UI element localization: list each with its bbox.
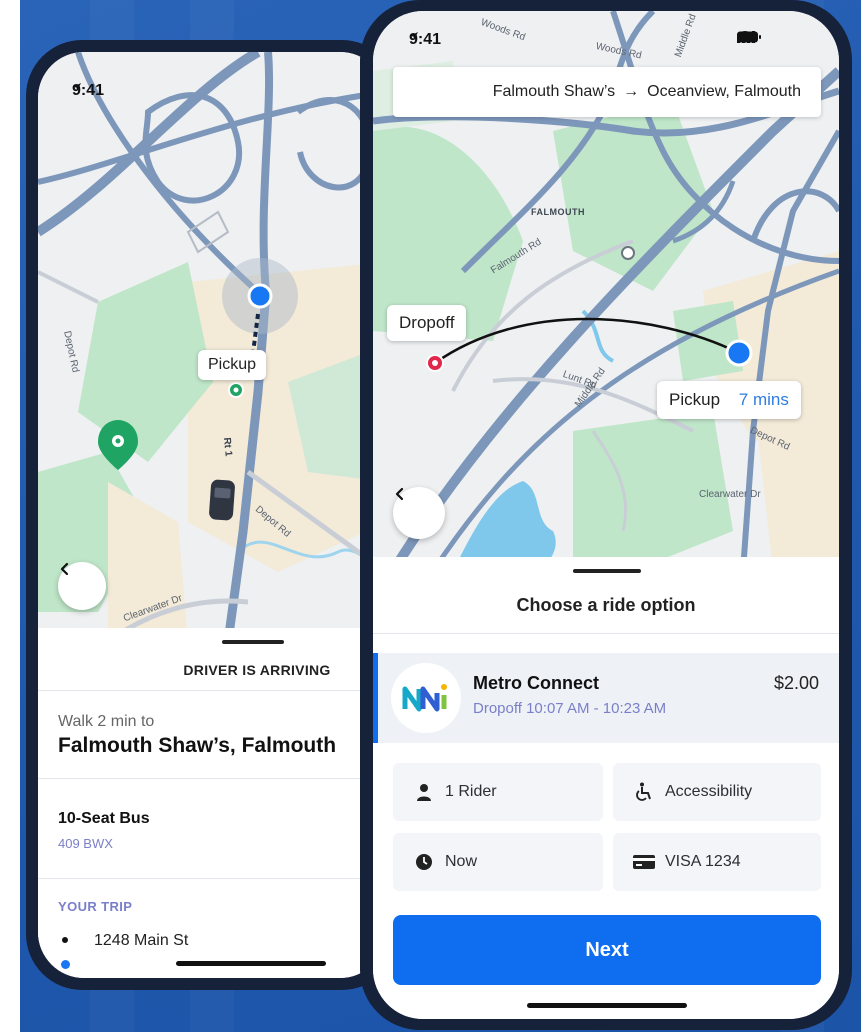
vehicle-name: 10-Seat Bus bbox=[58, 810, 150, 827]
battery-icon bbox=[737, 31, 761, 43]
vehicle-plate: 409 BWX bbox=[58, 836, 113, 851]
pickup-eta: 7 mins bbox=[738, 390, 789, 409]
person-icon bbox=[417, 784, 431, 801]
chevron-left-icon bbox=[60, 562, 69, 576]
accessibility-label: Accessibility bbox=[665, 783, 753, 800]
phone-ride-options: 9:41 Woods Rd Woods Rd Middle Rd FALMOUT… bbox=[360, 0, 852, 1030]
divider bbox=[38, 878, 386, 879]
home-indicator[interactable] bbox=[527, 1003, 687, 1008]
trip-stop-dot bbox=[62, 937, 68, 943]
phone-screen: 9:41 Depot Rd Rt 1 Depot Rd Clearwater D… bbox=[38, 52, 386, 978]
trip-stop: 1248 Main St bbox=[94, 932, 189, 949]
map-label-clearwater-dr: Clearwater Dr bbox=[699, 489, 761, 500]
map-view[interactable]: 9:41 Depot Rd Rt 1 Depot Rd Clearwater D… bbox=[38, 52, 386, 642]
dropoff-callout: Dropoff bbox=[387, 305, 467, 341]
ride-option-name: Metro Connect bbox=[473, 673, 599, 693]
time-value: Now bbox=[445, 853, 478, 870]
route-origin: Falmouth Shaw’s bbox=[492, 83, 616, 100]
destination-name: Falmouth Shaw’s, Falmouth bbox=[58, 734, 337, 757]
riders-value: 1 Rider bbox=[445, 783, 497, 800]
ride-option-dropoff-window: Dropoff 10:07 AM - 10:23 AM bbox=[473, 700, 667, 717]
location-arrow-icon bbox=[410, 32, 418, 40]
map-view[interactable]: 9:41 Woods Rd Woods Rd Middle Rd FALMOUT… bbox=[373, 11, 839, 571]
walk-instruction: Walk 2 min to bbox=[58, 713, 155, 730]
time-tile[interactable]: Now bbox=[393, 833, 603, 891]
pickup-callout: Pickup 7 mins bbox=[657, 381, 801, 419]
sheet-handle[interactable] bbox=[573, 569, 641, 573]
trip-status-sheet: DRIVER IS ARRIVING Walk 2 min to Falmout… bbox=[38, 628, 386, 978]
route-summary-bar[interactable]: Falmouth Shaw’s → Oceanview, Falmouth bbox=[393, 67, 821, 117]
clock-icon bbox=[416, 854, 432, 870]
phone-screen: 9:41 Woods Rd Woods Rd Middle Rd FALMOUT… bbox=[373, 11, 839, 1019]
ride-options-sheet: Choose a ride option Metro Connect Dropo… bbox=[373, 557, 839, 1019]
trip-heading: YOUR TRIP bbox=[58, 899, 133, 914]
route-arrow-icon: → bbox=[623, 83, 640, 100]
metro-connect-logo bbox=[391, 663, 461, 733]
payment-value: VISA 1234 bbox=[665, 853, 741, 870]
route-destination: Oceanview, Falmouth bbox=[647, 83, 801, 100]
status-bar-time: 9:41 bbox=[409, 31, 442, 48]
wheelchair-icon bbox=[636, 782, 651, 801]
credit-card-icon bbox=[633, 855, 655, 869]
map-label-falmouth: FALMOUTH bbox=[531, 207, 585, 217]
phone-driver-arriving: 9:41 Depot Rd Rt 1 Depot Rd Clearwater D… bbox=[26, 40, 398, 990]
accessibility-tile[interactable]: Accessibility bbox=[613, 763, 821, 821]
next-button[interactable]: Next bbox=[393, 915, 821, 985]
divider bbox=[373, 633, 839, 634]
divider bbox=[38, 690, 386, 691]
sheet-handle[interactable] bbox=[222, 640, 284, 644]
ride-option-metro-connect[interactable]: Metro Connect Dropoff 10:07 AM - 10:23 A… bbox=[373, 653, 839, 743]
map-graphic bbox=[38, 52, 386, 642]
driver-status-heading: DRIVER IS ARRIVING bbox=[183, 662, 331, 678]
metro-connect-logo-icon bbox=[402, 684, 447, 712]
riders-tile[interactable]: 1 Rider bbox=[393, 763, 603, 821]
chevron-left-icon bbox=[395, 487, 404, 501]
divider bbox=[38, 778, 386, 779]
location-arrow-icon bbox=[73, 83, 81, 91]
sheet-title: Choose a ride option bbox=[516, 595, 696, 615]
status-bar-time: 9:41 bbox=[72, 82, 105, 99]
ride-option-price: $2.00 bbox=[773, 673, 819, 693]
pickup-callout: Pickup bbox=[198, 350, 267, 380]
back-button[interactable] bbox=[58, 562, 106, 610]
trip-current-dot bbox=[61, 960, 70, 969]
selected-indicator bbox=[373, 653, 378, 743]
payment-tile[interactable]: VISA 1234 bbox=[613, 833, 821, 891]
home-indicator[interactable] bbox=[176, 961, 326, 966]
pickup-callout-label: Pickup bbox=[669, 390, 721, 409]
back-button[interactable] bbox=[393, 487, 445, 539]
map-label-rt1: Rt 1 bbox=[221, 437, 234, 457]
